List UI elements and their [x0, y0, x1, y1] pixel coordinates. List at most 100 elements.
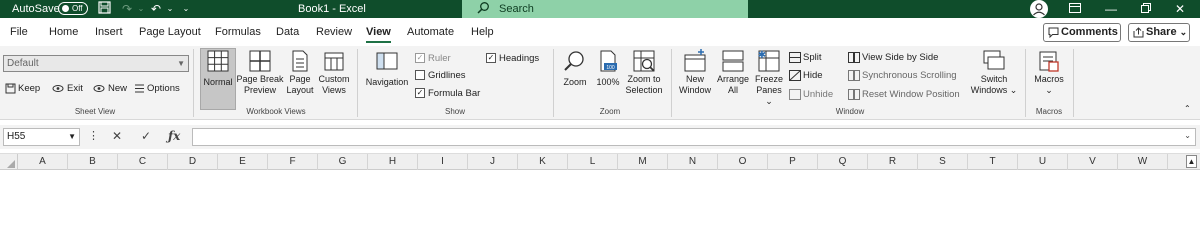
enter-check-icon[interactable]: ✓ [141, 129, 151, 143]
tab-help[interactable]: Help [471, 26, 494, 38]
customize-toolbar-icon[interactable]: ⌄ [178, 1, 194, 17]
column-header-u[interactable]: U [1018, 154, 1068, 170]
headings-label: Headings [499, 53, 540, 64]
switch-windows-button[interactable]: Switch Windows ⌄ [968, 49, 1020, 96]
split-button[interactable]: Split [789, 52, 821, 63]
keep-button[interactable]: Keep [5, 83, 40, 94]
unhide-button[interactable]: Unhide [789, 89, 833, 100]
macros-button[interactable]: Macros ⌄ [1030, 49, 1068, 96]
column-header-q[interactable]: Q [818, 154, 868, 170]
column-header-r[interactable]: R [868, 154, 918, 170]
hide-button[interactable]: Hide [789, 70, 823, 81]
zoom-button[interactable]: Zoom [559, 49, 591, 88]
minimize-icon[interactable]: — [1103, 1, 1119, 17]
freeze-panes-button[interactable]: ✱ Freeze Panes ⌄ [752, 49, 786, 107]
comments-button[interactable]: Comments [1043, 23, 1121, 42]
column-header-o[interactable]: O [718, 154, 768, 170]
column-header-a[interactable]: A [18, 154, 68, 170]
group-label-zoom: Zoom [599, 107, 621, 116]
page-layout-button[interactable]: Page Layout [285, 49, 315, 96]
tab-home[interactable]: Home [49, 26, 78, 38]
view-side-by-side-button[interactable]: View Side by Side [848, 52, 938, 63]
redo-dropdown-icon[interactable]: ⌄ [133, 1, 149, 17]
column-header-d[interactable]: D [168, 154, 218, 170]
scroll-up-icon[interactable]: ▲ [1186, 155, 1197, 168]
navigation-button[interactable]: Navigation [362, 49, 412, 88]
column-header-n[interactable]: N [668, 154, 718, 170]
page-break-icon [249, 50, 271, 72]
gridlines-checkbox[interactable]: Gridlines [415, 70, 466, 81]
formula-input[interactable]: ⌄ [192, 128, 1196, 146]
share-chevron-icon[interactable]: ⌄ [1180, 27, 1188, 37]
macros-icon [1039, 51, 1059, 72]
title-bar: AutoSave Off ↷ ⌄ ↶ ⌄ ⌄ Book1 - Excel Sea… [0, 0, 1200, 18]
sheet-view-select[interactable]: Default ▼ [3, 55, 189, 72]
autosave-toggle[interactable]: Off [58, 2, 88, 15]
new-window-button[interactable]: New Window [675, 49, 715, 96]
exit-button[interactable]: Exit [52, 83, 83, 94]
column-header-g[interactable]: G [318, 154, 368, 170]
column-header-c[interactable]: C [118, 154, 168, 170]
column-header-s[interactable]: S [918, 154, 968, 170]
custom-views-label-1: Custom [318, 74, 350, 84]
tab-data[interactable]: Data [276, 26, 299, 38]
column-header-p[interactable]: P [768, 154, 818, 170]
zoom-selection-icon [633, 50, 655, 72]
worksheet-grid[interactable] [0, 171, 1200, 200]
zoom-to-selection-button[interactable]: Zoom to Selection [623, 49, 665, 96]
restore-icon[interactable] [1138, 1, 1154, 17]
formula-bar-checkbox[interactable]: ✓ Formula Bar [415, 88, 480, 99]
normal-grid-icon [207, 50, 229, 72]
column-header-h[interactable]: H [368, 154, 418, 170]
insert-function-icon[interactable]: ƒx [168, 129, 180, 143]
synchronous-scrolling-button[interactable]: Synchronous Scrolling [848, 70, 957, 81]
column-header-b[interactable]: B [68, 154, 118, 170]
select-all-corner[interactable] [0, 154, 18, 170]
tab-automate[interactable]: Automate [407, 26, 454, 38]
column-header-v[interactable]: V [1068, 154, 1118, 170]
options-button[interactable]: Options [134, 83, 180, 94]
column-header-k[interactable]: K [518, 154, 568, 170]
tab-insert[interactable]: Insert [95, 26, 123, 38]
ruler-label: Ruler [428, 53, 451, 64]
collapse-ribbon-icon[interactable]: ⌃ [1184, 104, 1191, 113]
close-icon[interactable]: ✕ [1172, 1, 1188, 17]
cancel-icon[interactable]: ✕ [112, 129, 122, 143]
custom-views-icon [324, 52, 344, 71]
group-label-window: Window [835, 107, 865, 116]
headings-checkbox[interactable]: ✓ Headings [486, 53, 539, 64]
more-options-icon[interactable]: ⋮ [88, 129, 99, 142]
tab-review[interactable]: Review [316, 26, 352, 38]
custom-views-button[interactable]: Custom Views [316, 49, 352, 96]
ribbon-display-options-icon[interactable] [1067, 1, 1083, 17]
column-headers: A B C D E F G H I J K L M N O P Q R S T … [0, 153, 1200, 170]
ruler-checkbox[interactable]: ✓ Ruler [415, 53, 451, 64]
reset-window-position-button[interactable]: Reset Window Position [848, 89, 960, 100]
group-label-macros: Macros [1035, 107, 1063, 116]
tab-page-layout[interactable]: Page Layout [139, 26, 201, 38]
undo-dropdown-icon[interactable]: ⌄ [162, 1, 178, 17]
expand-formula-bar-icon[interactable]: ⌄ [1184, 131, 1191, 140]
headings-check-icon: ✓ [486, 53, 496, 64]
save-icon[interactable] [96, 1, 112, 17]
search-box[interactable]: Search [462, 0, 748, 18]
column-header-m[interactable]: M [618, 154, 668, 170]
column-header-e[interactable]: E [218, 154, 268, 170]
share-button[interactable]: Share ⌄ [1128, 23, 1190, 42]
page-break-preview-button[interactable]: Page Break Preview [236, 49, 284, 96]
name-box[interactable]: H55 ▼ [3, 128, 80, 146]
new-view-button[interactable]: New [93, 83, 127, 94]
column-header-l[interactable]: L [568, 154, 618, 170]
account-avatar-icon[interactable] [1030, 0, 1048, 18]
column-header-i[interactable]: I [418, 154, 468, 170]
tab-formulas[interactable]: Formulas [215, 26, 261, 38]
column-header-j[interactable]: J [468, 154, 518, 170]
tab-file[interactable]: File [10, 26, 28, 38]
zoom-100-button[interactable]: 100 100% [593, 49, 623, 88]
unhide-icon [789, 89, 801, 100]
column-header-t[interactable]: T [968, 154, 1018, 170]
column-header-w[interactable]: W [1118, 154, 1168, 170]
tab-view[interactable]: View [366, 26, 391, 43]
column-header-f[interactable]: F [268, 154, 318, 170]
arrange-all-button[interactable]: Arrange All [714, 49, 752, 96]
